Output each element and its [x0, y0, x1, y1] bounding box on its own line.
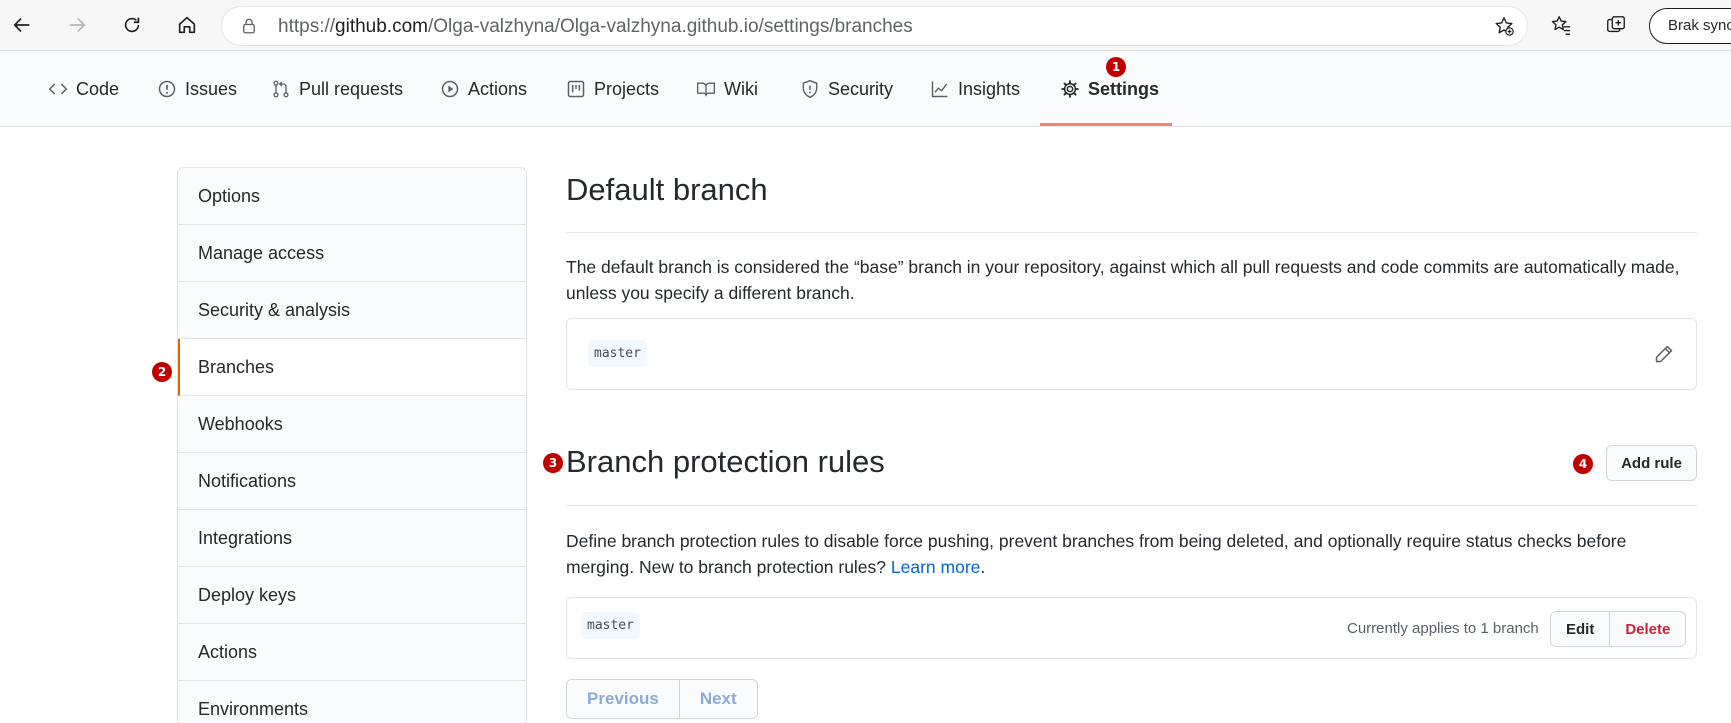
tab-issues[interactable]: Issues — [155, 51, 239, 127]
annotation-badge-2: 2 — [152, 362, 172, 382]
divider — [566, 505, 1697, 506]
tab-projects[interactable]: Projects — [564, 51, 661, 127]
tab-label: Security — [828, 78, 894, 99]
code-icon — [48, 83, 68, 95]
rule-applies-text: Currently applies to 1 branch — [1347, 620, 1539, 637]
sidebar-item-branches[interactable]: Branches — [178, 339, 526, 396]
profile-sync-button[interactable]: Brak sync — [1649, 8, 1731, 44]
tab-security[interactable]: Security — [798, 51, 895, 127]
tab-label: Actions — [468, 78, 528, 99]
sidebar-item-label: Manage access — [198, 242, 325, 263]
tab-label: Pull requests — [299, 78, 404, 99]
sidebar-item-actions[interactable]: Actions — [178, 624, 526, 681]
sidebar-item-label: Branches — [198, 356, 275, 377]
lock-icon — [243, 18, 255, 34]
home-button[interactable] — [170, 8, 204, 42]
sidebar-item-options[interactable]: Options — [178, 168, 526, 225]
tab-label: Wiki — [724, 78, 758, 99]
default-branch-box: master — [566, 318, 1697, 390]
learn-more-link[interactable]: Learn more — [891, 557, 981, 577]
divider — [566, 232, 1697, 233]
annotation-badge-3: 3 — [543, 453, 563, 473]
add-rule-button[interactable]: Add rule — [1606, 445, 1697, 481]
collections-icon — [1607, 16, 1625, 33]
address-bar[interactable]: https://github.com/Olga-valzhyna/Olga-va… — [222, 7, 1527, 45]
graph-icon — [931, 81, 948, 98]
sidebar-item-manage-access[interactable]: Manage access — [178, 225, 526, 282]
annotation-badge-1: 1 — [1106, 57, 1126, 77]
previous-page-button[interactable]: Previous — [567, 680, 679, 718]
home-icon — [178, 16, 196, 34]
sidebar-item-security-analysis[interactable]: Security & analysis — [178, 282, 526, 339]
browser-toolbar: https://github.com/Olga-valzhyna/Olga-va… — [0, 0, 1731, 51]
sidebar-item-deploy-keys[interactable]: Deploy keys — [178, 567, 526, 624]
tab-actions[interactable]: Actions — [438, 51, 529, 127]
sidebar-item-label: Notifications — [198, 470, 297, 491]
rule-branch-name: master — [581, 612, 640, 639]
punctuation: . — [980, 557, 986, 577]
default-branch-name: master — [588, 340, 647, 367]
sidebar-item-label: Integrations — [198, 527, 293, 548]
rule-actions: Edit Delete — [1550, 611, 1687, 647]
edit-rule-button[interactable]: Edit — [1551, 612, 1609, 646]
back-button[interactable] — [5, 8, 39, 42]
issue-icon — [158, 80, 176, 98]
delete-rule-button[interactable]: Delete — [1609, 612, 1685, 646]
settings-sidebar: Options Manage access Security & analysi… — [177, 167, 527, 723]
book-icon — [697, 82, 715, 97]
sidebar-item-label: Options — [198, 185, 261, 206]
tab-code[interactable]: Code — [46, 51, 121, 127]
add-favorite-icon[interactable] — [1493, 15, 1515, 37]
tab-wiki[interactable]: Wiki — [694, 51, 760, 127]
pencil-icon[interactable] — [1654, 344, 1674, 364]
sidebar-item-label: Environments — [198, 698, 309, 719]
tab-pull-requests[interactable]: Pull requests — [269, 51, 405, 127]
shield-icon — [802, 79, 818, 99]
repo-nav: Code Issues Pull requests Actions Projec… — [0, 51, 1731, 127]
collections-button[interactable] — [1599, 8, 1633, 42]
sidebar-item-label: Deploy keys — [198, 584, 297, 605]
url-text: https://github.com/Olga-valzhyna/Olga-va… — [278, 16, 913, 37]
favorites-icon — [1551, 16, 1571, 35]
default-branch-description: The default branch is considered the “ba… — [566, 257, 1680, 303]
pull-request-icon — [273, 80, 289, 98]
sidebar-item-environments[interactable]: Environments — [178, 681, 526, 723]
reload-button[interactable] — [115, 8, 149, 42]
play-icon — [441, 80, 459, 98]
tab-label: Insights — [958, 78, 1021, 99]
tab-label: Issues — [185, 78, 238, 99]
sidebar-item-label: Actions — [198, 641, 258, 662]
annotation-badge-4: 4 — [1573, 454, 1593, 474]
sidebar-item-label: Webhooks — [198, 413, 283, 434]
forward-button[interactable] — [60, 8, 94, 42]
branch-protection-description: Define branch protection rules to disabl… — [566, 528, 1697, 580]
reload-icon — [124, 17, 140, 33]
sidebar-item-notifications[interactable]: Notifications — [178, 453, 526, 510]
favorites-button[interactable] — [1544, 8, 1578, 42]
sidebar-item-integrations[interactable]: Integrations — [178, 510, 526, 567]
sidebar-item-webhooks[interactable]: Webhooks — [178, 396, 526, 453]
pagination: Previous Next — [566, 679, 758, 719]
selected-tab-indicator — [1040, 123, 1172, 126]
protection-rule-row: master Currently applies to 1 branch Edi… — [566, 597, 1697, 659]
gear-icon — [1061, 80, 1079, 98]
arrow-left-icon — [13, 17, 30, 33]
arrow-right-icon — [69, 17, 86, 33]
tab-insights[interactable]: Insights — [928, 51, 1022, 127]
description-text: Define branch protection rules to disabl… — [566, 531, 1627, 577]
tab-label: Code — [76, 78, 120, 99]
project-icon — [567, 80, 585, 98]
sidebar-item-label: Security & analysis — [198, 299, 351, 320]
next-page-button[interactable]: Next — [678, 680, 757, 718]
default-branch-heading: Default branch — [566, 172, 768, 207]
tab-label: Settings — [1088, 78, 1160, 99]
branch-protection-heading: Branch protection rules — [566, 444, 885, 479]
tab-label: Projects — [594, 78, 660, 99]
